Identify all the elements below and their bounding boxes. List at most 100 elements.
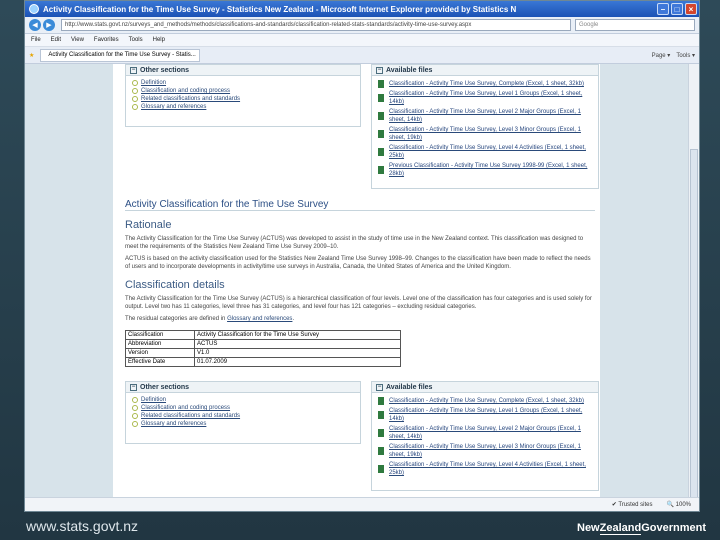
other-sections-list: Definition Classification and coding pro…: [126, 76, 360, 116]
details-paragraph-1: The Activity Classification for the Time…: [125, 296, 592, 310]
menu-edit[interactable]: Edit: [51, 37, 61, 43]
collapse-icon[interactable]: −: [130, 383, 137, 391]
command-bar: Page ▾ Tools ▾: [652, 52, 695, 59]
tab-label: Activity Classification for the Time Use…: [48, 52, 196, 58]
maximize-icon[interactable]: □: [671, 3, 683, 15]
bullet-icon: [132, 397, 138, 403]
favorites-star-icon[interactable]: ★: [29, 52, 34, 59]
other-sections-title: Other sections: [140, 66, 190, 74]
excel-file-icon: [378, 130, 384, 138]
bottom-sections: − Other sections Definition Classificati…: [125, 381, 600, 491]
top-sections: − Other sections Definition Classificati…: [125, 64, 600, 189]
other-sections-title: Other sections: [140, 383, 190, 391]
collapse-icon[interactable]: −: [376, 383, 383, 391]
available-files-box: − Available files Classification - Activ…: [371, 64, 599, 189]
page-menu[interactable]: Page ▾: [652, 52, 671, 59]
window-title: Activity Classification for the Time Use…: [43, 4, 517, 14]
status-bar: ✔ Trusted sites 🔍 100%: [25, 497, 699, 511]
page-title: Activity Classification for the Time Use…: [125, 199, 595, 211]
link-glossary[interactable]: Glossary and references: [132, 104, 354, 110]
address-bar: ◀ ▶ http://www.stats.govt.nz/surveys_and…: [25, 17, 699, 34]
other-sections-list: Definition Classification and coding pro…: [126, 393, 360, 433]
other-sections-box: − Other sections Definition Classificati…: [125, 64, 361, 127]
excel-file-icon: [378, 94, 384, 102]
bullet-icon: [132, 104, 138, 110]
link-related-classifications[interactable]: Related classifications and standards: [132, 413, 354, 419]
table-row: Classification Activity Classification fo…: [125, 330, 401, 340]
excel-file-icon: [378, 429, 384, 437]
page-body: − Other sections Definition Classificati…: [113, 64, 600, 497]
collapse-icon[interactable]: −: [376, 66, 383, 74]
file-link[interactable]: Classification - Activity Time Use Surve…: [378, 80, 592, 88]
url-input[interactable]: http://www.stats.govt.nz/surveys_and_met…: [61, 19, 571, 31]
table-row: Effective Date 01.07.2009: [125, 357, 401, 367]
bullet-icon: [132, 405, 138, 411]
title-bar: Activity Classification for the Time Use…: [25, 1, 699, 17]
zoom-level[interactable]: 🔍 100%: [667, 501, 692, 508]
file-link[interactable]: Classification - Activity Time Use Surve…: [378, 407, 592, 423]
file-link[interactable]: Classification - Activity Time Use Surve…: [378, 461, 592, 477]
bullet-icon: [132, 80, 138, 86]
excel-file-icon: [378, 411, 384, 419]
menu-help[interactable]: Help: [153, 37, 165, 43]
excel-file-icon: [378, 447, 384, 455]
close-icon[interactable]: ×: [685, 3, 697, 15]
menu-file[interactable]: File: [31, 37, 41, 43]
collapse-icon[interactable]: −: [130, 66, 137, 74]
rationale-paragraph-1: The Activity Classification for the Time…: [125, 236, 584, 250]
back-icon[interactable]: ◀: [29, 19, 41, 31]
excel-file-icon: [378, 80, 384, 88]
footer-branding: www.stats.govt.nz NewZealandGovernment: [0, 510, 720, 540]
details-table: Classification Activity Classification fo…: [125, 330, 401, 367]
bullet-icon: [132, 421, 138, 427]
file-link[interactable]: Classification - Activity Time Use Surve…: [378, 144, 592, 160]
tools-menu[interactable]: Tools ▾: [676, 52, 695, 59]
link-related-classifications[interactable]: Related classifications and standards: [132, 96, 354, 102]
bullet-icon: [132, 96, 138, 102]
excel-file-icon: [378, 397, 384, 405]
file-link[interactable]: Classification - Activity Time Use Surve…: [378, 126, 592, 142]
forward-icon[interactable]: ▶: [43, 19, 55, 31]
menu-favorites[interactable]: Favorites: [94, 37, 119, 43]
file-link[interactable]: Classification - Activity Time Use Surve…: [378, 397, 592, 405]
available-files-box-bottom: − Available files Classification - Activ…: [371, 381, 599, 491]
menu-bar: File Edit View Favorites Tools Help: [25, 34, 699, 47]
excel-file-icon: [378, 148, 384, 156]
search-input[interactable]: Google: [575, 19, 695, 31]
table-row: Version V1.0: [125, 348, 401, 358]
other-sections-box-bottom: − Other sections Definition Classificati…: [125, 381, 361, 444]
tab-bar: ★ Activity Classification for the Time U…: [25, 47, 699, 64]
link-glossary[interactable]: Glossary and references: [132, 421, 354, 427]
details-heading: Classification details: [125, 279, 225, 291]
link-definition[interactable]: Definition: [132, 80, 354, 86]
link-definition[interactable]: Definition: [132, 397, 354, 403]
file-link[interactable]: Classification - Activity Time Use Surve…: [378, 108, 592, 124]
active-tab[interactable]: Activity Classification for the Time Use…: [40, 48, 201, 62]
file-link[interactable]: Classification - Activity Time Use Surve…: [378, 90, 592, 106]
available-files-list: Classification - Activity Time Use Surve…: [372, 76, 598, 184]
available-files-title: Available files: [386, 66, 433, 74]
security-zone: ✔ Trusted sites: [611, 502, 653, 508]
government-logo: NewZealandGovernment: [577, 522, 706, 535]
excel-file-icon: [378, 112, 384, 120]
menu-tools[interactable]: Tools: [129, 37, 143, 43]
rationale-heading: Rationale: [125, 219, 172, 231]
menu-view[interactable]: View: [71, 37, 84, 43]
vertical-scrollbar[interactable]: [688, 64, 699, 499]
glossary-link[interactable]: Glossary and references: [227, 316, 292, 322]
minimize-icon[interactable]: –: [657, 3, 669, 15]
available-files-title: Available files: [386, 383, 433, 391]
file-link[interactable]: Previous Classification - Activity Time …: [378, 162, 592, 178]
excel-file-icon: [378, 465, 384, 473]
available-files-list: Classification - Activity Time Use Surve…: [372, 393, 598, 483]
ie-icon: [29, 4, 39, 14]
excel-file-icon: [378, 166, 384, 174]
file-link[interactable]: Classification - Activity Time Use Surve…: [378, 443, 592, 459]
link-coding-process[interactable]: Classification and coding process: [132, 405, 354, 411]
link-coding-process[interactable]: Classification and coding process: [132, 88, 354, 94]
rationale-paragraph-2: ACTUS is based on the activity classific…: [125, 256, 591, 270]
browser-window: Activity Classification for the Time Use…: [24, 0, 700, 512]
scrollbar-thumb[interactable]: [690, 149, 698, 499]
file-link[interactable]: Classification - Activity Time Use Surve…: [378, 425, 592, 441]
details-paragraph-2: The residual categories are defined in G…: [125, 316, 295, 322]
